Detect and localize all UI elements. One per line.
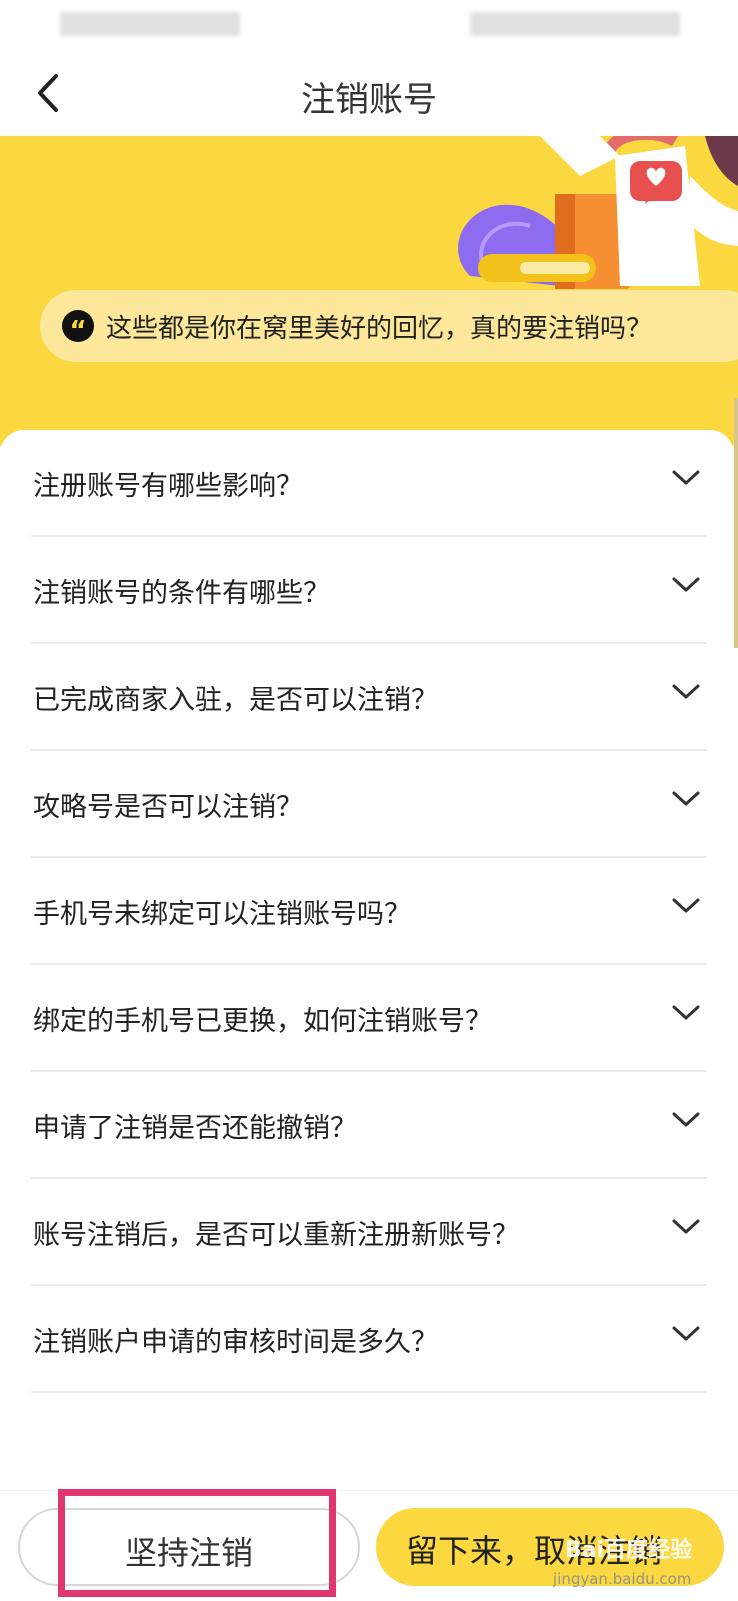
faq-item[interactable]: 已完成商家入驻，是否可以注销？ [31, 644, 707, 751]
chevron-down-icon [672, 1326, 700, 1341]
quote-icon: “ [62, 310, 94, 342]
faq-item[interactable]: 手机号未绑定可以注销账号吗？ [31, 858, 707, 965]
faq-item[interactable]: 注销账号的条件有哪些？ [31, 537, 707, 644]
quote-text: 这些都是你在窝里美好的回忆，真的要注销吗？ [106, 313, 653, 344]
faq-item[interactable]: 攻略号是否可以注销？ [31, 751, 707, 858]
chevron-down-icon [672, 470, 700, 485]
blurred-status-right [470, 12, 680, 36]
nav-bar: 注销账号 [0, 50, 738, 136]
chevron-down-icon [672, 577, 700, 592]
faq-item[interactable]: 注销账户申请的审核时间是多久？ [31, 1286, 707, 1393]
chevron-down-icon [672, 791, 700, 806]
page-title: 注销账号 [301, 80, 437, 120]
faq-question: 申请了注销是否还能撤销？ [33, 1113, 357, 1144]
faq-list: 注册账号有哪些影响？ 注销账号的条件有哪些？ 已完成商家入驻，是否可以注销？ 攻… [31, 430, 707, 1393]
stay-button[interactable]: 留下来，取消注销 [376, 1508, 724, 1586]
faq-question: 手机号未绑定可以注销账号吗？ [33, 899, 411, 930]
chevron-down-icon [672, 1005, 700, 1020]
faq-question: 账号注销后，是否可以重新注册新账号？ [33, 1220, 519, 1251]
faq-item[interactable]: 申请了注销是否还能撤销？ [31, 1072, 707, 1179]
chevron-down-icon [672, 684, 700, 699]
faq-item[interactable]: 注册账号有哪些影响？ [31, 430, 707, 537]
faq-question: 攻略号是否可以注销？ [33, 792, 303, 823]
chevron-down-icon [672, 1112, 700, 1127]
blurred-status-left [60, 12, 240, 36]
status-bar [0, 0, 738, 50]
faq-item[interactable]: 绑定的手机号已更换，如何注销账号？ [31, 965, 707, 1072]
faq-question: 注册账号有哪些影响？ [33, 471, 303, 502]
bottom-action-bar: 坚持注销 留下来，取消注销 [0, 1489, 738, 1601]
faq-card: 注册账号有哪些影响？ 注销账号的条件有哪些？ 已完成商家入驻，是否可以注销？ 攻… [0, 430, 734, 1490]
scrollbar[interactable] [734, 398, 738, 648]
faq-item[interactable]: 账号注销后，是否可以重新注册新账号？ [31, 1179, 707, 1286]
highlight-annotation [58, 1489, 336, 1597]
faq-question: 绑定的手机号已更换，如何注销账号？ [33, 1006, 492, 1037]
faq-question: 注销账号的条件有哪些？ [33, 578, 330, 609]
chevron-down-icon [672, 1219, 700, 1234]
faq-question: 已完成商家入驻，是否可以注销？ [33, 685, 438, 716]
chevron-down-icon [672, 898, 700, 913]
stay-button-label: 留下来，取消注销 [406, 1532, 663, 1570]
hero-banner: “ 这些都是你在窝里美好的回忆，真的要注销吗？ [0, 136, 738, 446]
quote-banner: “ 这些都是你在窝里美好的回忆，真的要注销吗？ [40, 290, 738, 362]
faq-question: 注销账户申请的审核时间是多久？ [33, 1327, 438, 1358]
